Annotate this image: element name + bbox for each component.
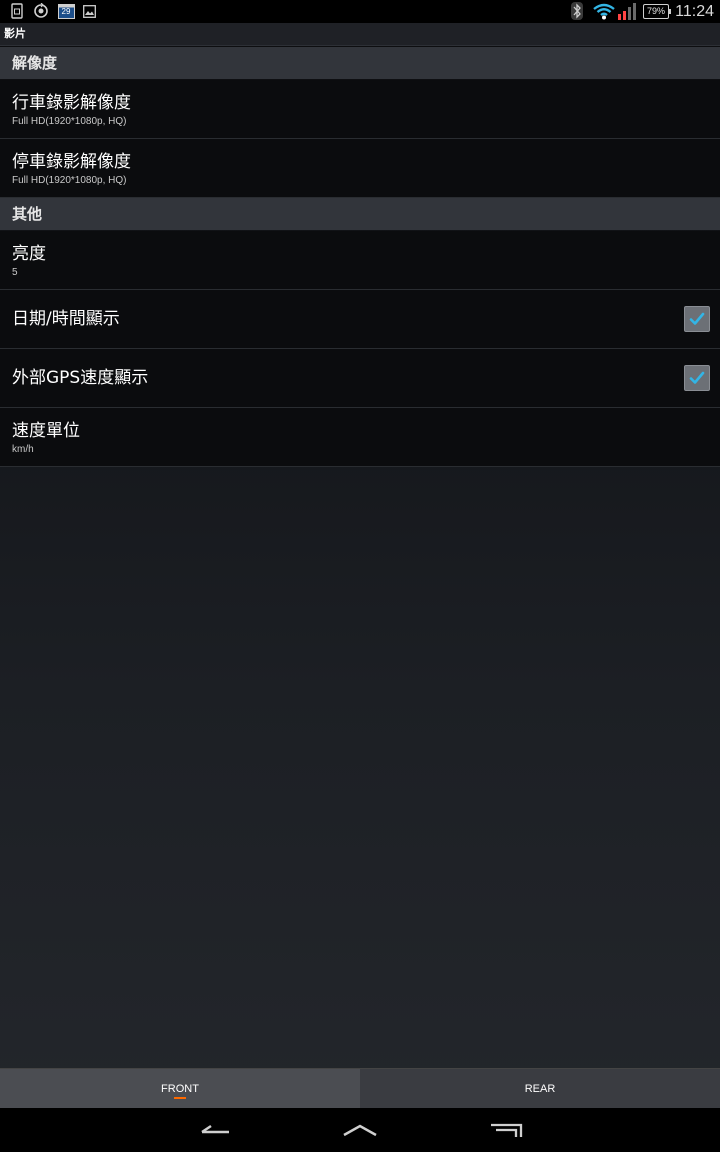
sync-icon [32,3,50,19]
datetime-display-row[interactable]: 日期/時間顯示 [0,290,720,349]
tab-front[interactable]: FRONT [0,1069,360,1109]
gps-speed-display-checkbox[interactable] [684,365,710,391]
row-title: 停車錄影解像度 [12,152,131,172]
row-title: 日期/時間顯示 [12,309,120,329]
section-header-other: 其他 [0,198,720,230]
tab-selected-indicator [174,1097,186,1099]
tab-rear[interactable]: REAR [360,1069,720,1109]
brightness-row[interactable]: 亮度 5 [0,231,720,290]
row-summary: Full HD(1920*1080p, HQ) [12,175,127,186]
parking-resolution-row[interactable]: 停車錄影解像度 Full HD(1920*1080p, HQ) [0,139,720,198]
battery-icon: 79% [643,4,671,19]
datetime-display-checkbox[interactable] [684,306,710,332]
section-header-resolution: 解像度 [0,47,720,79]
driving-resolution-row[interactable]: 行車錄影解像度 Full HD(1920*1080p, HQ) [0,80,720,139]
signal-icon [617,3,639,20]
title-bar: 影片 [0,23,720,46]
section-header-label: 其他 [12,205,43,223]
gps-speed-display-row[interactable]: 外部GPS速度顯示 [0,349,720,408]
speed-unit-row[interactable]: 速度單位 km/h [0,408,720,467]
row-summary: 5 [12,267,18,278]
image-icon [82,3,96,19]
status-bar: 29 79% 11:24 [0,0,720,23]
recent-apps-icon[interactable] [486,1118,526,1142]
row-title: 亮度 [12,244,46,264]
camera-tab-bar: FRONT REAR [0,1068,720,1109]
bluetooth-icon [570,2,584,20]
page-title: 影片 [4,27,26,40]
calendar-icon: 29 [57,3,75,19]
navigation-bar [0,1108,720,1152]
tab-rear-label: REAR [524,1083,556,1095]
calendar-date: 29 [61,7,71,16]
row-title: 外部GPS速度顯示 [12,368,149,388]
check-icon [689,312,705,325]
row-title: 行車錄影解像度 [12,93,131,113]
row-summary: km/h [12,444,34,455]
tab-front-label: FRONT [161,1083,199,1095]
check-icon [689,371,705,384]
row-title: 速度單位 [12,421,80,441]
home-icon[interactable] [340,1118,380,1142]
sim-card-icon [10,3,24,19]
wifi-icon [592,3,616,20]
back-icon[interactable] [195,1118,235,1142]
row-summary: Full HD(1920*1080p, HQ) [12,116,127,127]
section-header-label: 解像度 [12,54,58,72]
clock: 11:24 [675,3,714,20]
